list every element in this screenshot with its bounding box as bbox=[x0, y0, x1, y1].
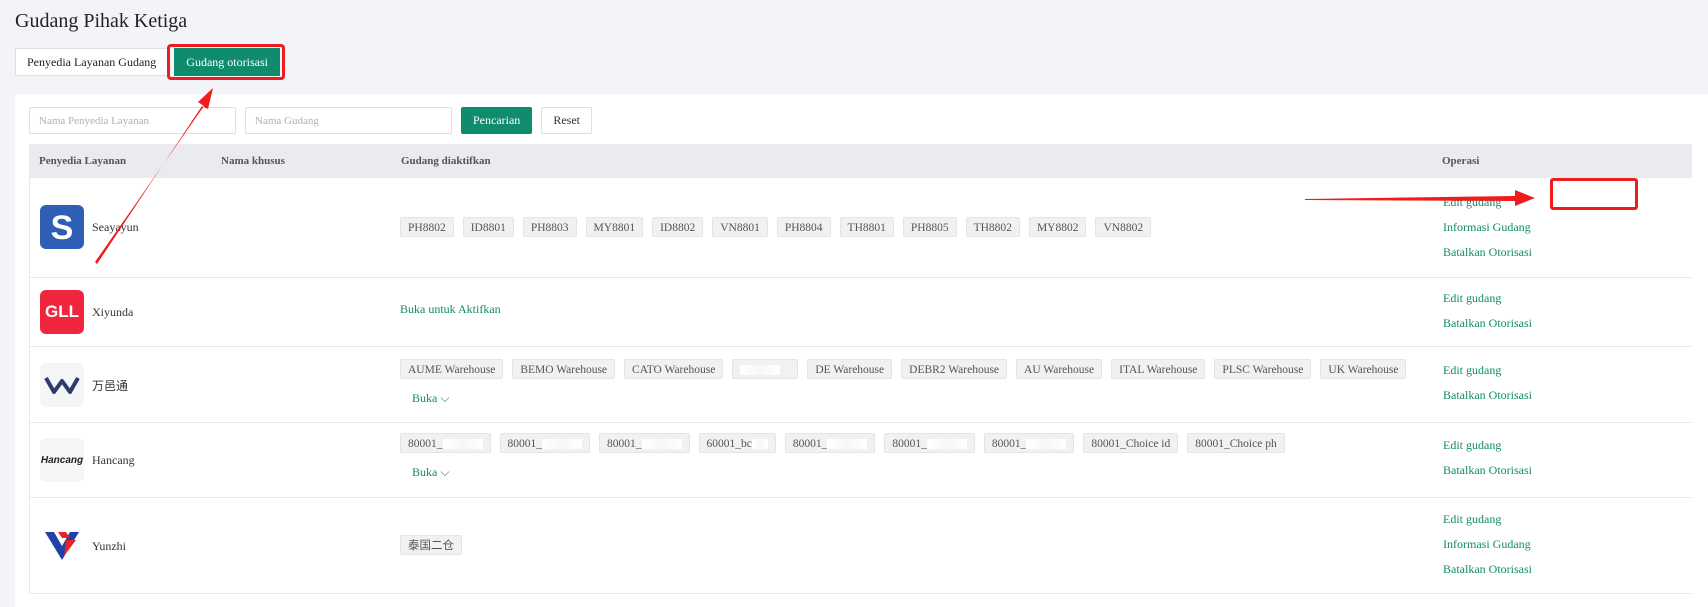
warehouse-name-input[interactable] bbox=[245, 107, 452, 134]
operations: Edit gudang Informasi Gudang Batalkan Ot… bbox=[1443, 507, 1532, 582]
warehouse-tag: PH8803 bbox=[522, 217, 577, 237]
warehouse-tag: PLSC Warehouse bbox=[1214, 359, 1312, 379]
warehouse-tag: CATO Warehouse bbox=[624, 359, 724, 379]
cancel-authorization-link[interactable]: Batalkan Otorisasi bbox=[1443, 458, 1532, 483]
content-panel: Pencarian Reset Penyedia Layanan Nama kh… bbox=[15, 94, 1708, 607]
warehouse-tag: 80001_Choice id bbox=[1083, 433, 1179, 453]
warehouse-tag: DE Warehouse bbox=[807, 359, 893, 379]
table-row: GLL Xiyunda Buka untuk Aktifkan Edit gud… bbox=[29, 278, 1692, 347]
warehouse-tag: 80001_ bbox=[599, 433, 690, 453]
warehouse-info-link[interactable]: Informasi Gudang bbox=[1443, 215, 1532, 240]
warehouse-tag: BEMO Warehouse bbox=[512, 359, 616, 379]
tab-warehouse-providers[interactable]: Penyedia Layanan Gudang bbox=[15, 48, 169, 76]
warehouse-tags: AUME Warehouse BEMO Warehouse CATO Wareh… bbox=[400, 359, 1462, 387]
provider-name: 万邑通 bbox=[92, 378, 129, 393]
warehouse-tag: 80001_Choice ph bbox=[1187, 433, 1285, 453]
seayayun-s-icon: S bbox=[40, 205, 84, 249]
warehouse-info-link[interactable]: Informasi Gudang bbox=[1443, 532, 1532, 557]
search-button[interactable]: Pencarian bbox=[461, 107, 533, 134]
chevron-down-icon: ⌵ bbox=[437, 391, 450, 405]
warehouse-tag: 80001_ bbox=[983, 433, 1075, 453]
tab-bar: Penyedia Layanan Gudang Gudang otorisasi bbox=[15, 48, 280, 76]
warehouse-tag: PH8805 bbox=[902, 217, 957, 237]
reset-button[interactable]: Reset bbox=[541, 107, 592, 134]
gll-logo-icon: GLL bbox=[40, 290, 84, 334]
cancel-authorization-link[interactable]: Batalkan Otorisasi bbox=[1443, 240, 1532, 265]
warehouse-tag: MY8801 bbox=[585, 217, 644, 237]
cancel-authorization-link[interactable]: Batalkan Otorisasi bbox=[1443, 383, 1532, 408]
warehouse-tag: 泰国二仓 bbox=[400, 535, 462, 555]
provider-cell: Yunzhi bbox=[40, 524, 126, 568]
header-provider: Penyedia Layanan bbox=[39, 155, 127, 167]
warehouse-tag: PH8804 bbox=[776, 217, 831, 237]
expand-link[interactable]: Buka ⌵ bbox=[412, 465, 449, 480]
edit-warehouse-link[interactable]: Edit gudang bbox=[1443, 433, 1532, 458]
warehouse-tag: 80001_ bbox=[499, 433, 590, 453]
warehouse-tags: 泰国二仓 bbox=[400, 535, 1462, 563]
edit-warehouse-link[interactable]: Edit gudang bbox=[1443, 358, 1532, 383]
operations: Edit gudang Batalkan Otorisasi bbox=[1443, 358, 1532, 408]
warehouse-tag: 80001_ bbox=[784, 433, 876, 453]
warehouse-tags: PH8802 ID8801 PH8803 MY8801 ID8802 VN880… bbox=[400, 217, 1462, 245]
warehouse-tag: TH8801 bbox=[839, 217, 894, 237]
table-row: Yunzhi 泰国二仓 Edit gudang Informasi Gudang… bbox=[29, 498, 1692, 594]
provider-name: Yunzhi bbox=[92, 538, 126, 553]
winit-w-icon bbox=[40, 363, 84, 407]
page-title: Gudang Pihak Ketiga bbox=[15, 10, 188, 32]
cancel-authorization-link[interactable]: Batalkan Otorisasi bbox=[1443, 311, 1532, 336]
cancel-authorization-link[interactable]: Batalkan Otorisasi bbox=[1443, 557, 1532, 582]
table-header: Penyedia Layanan Nama khusus Gudang diak… bbox=[29, 144, 1692, 178]
provider-cell: 万邑通 bbox=[40, 363, 128, 407]
tab-authorized-warehouses[interactable]: Gudang otorisasi bbox=[174, 48, 280, 76]
warehouse-tag: 80001_ bbox=[400, 433, 491, 453]
provider-name-input[interactable] bbox=[29, 107, 236, 134]
table-row: S Seayayun PH8802 ID8801 PH8803 MY8801 I… bbox=[29, 178, 1692, 278]
edit-warehouse-link[interactable]: Edit gudang bbox=[1443, 190, 1532, 215]
warehouse-tag: AU Warehouse bbox=[1016, 359, 1103, 379]
provider-name: Seayayun bbox=[92, 219, 139, 234]
warehouse-tag: UK Warehouse bbox=[1320, 359, 1407, 379]
activate-link[interactable]: Buka untuk Aktifkan bbox=[400, 302, 501, 317]
warehouse-tag: 60001_bc bbox=[698, 433, 776, 453]
provider-cell: GLL Xiyunda bbox=[40, 290, 133, 334]
warehouse-tag: 80001_ bbox=[884, 433, 975, 453]
header-activated: Gudang diaktifkan bbox=[401, 155, 491, 167]
warehouse-tags: 80001_ 80001_ 80001_ 60001_bc 80001_ 800… bbox=[400, 433, 1462, 461]
operations: Edit gudang Batalkan Otorisasi bbox=[1443, 286, 1532, 336]
warehouse-tag: TH8802 bbox=[965, 217, 1020, 237]
warehouse-tag: MY8802 bbox=[1028, 217, 1087, 237]
edit-warehouse-link[interactable]: Edit gudang bbox=[1443, 286, 1532, 311]
provider-cell: Hancang Hancang bbox=[40, 438, 135, 482]
warehouse-tag: PH8802 bbox=[400, 217, 454, 237]
hancang-logo-icon: Hancang bbox=[40, 438, 84, 482]
provider-name: Hancang bbox=[92, 452, 135, 467]
warehouse-tag-redacted bbox=[732, 359, 799, 379]
warehouse-tag: AUME Warehouse bbox=[400, 359, 504, 379]
warehouse-tag: ITAL Warehouse bbox=[1111, 359, 1206, 379]
warehouse-tag: VN8802 bbox=[1095, 217, 1152, 237]
header-operation: Operasi bbox=[1442, 155, 1480, 167]
search-bar: Pencarian Reset bbox=[29, 107, 592, 134]
warehouse-tag: DEBR2 Warehouse bbox=[901, 359, 1008, 379]
header-custom-name: Nama khusus bbox=[221, 155, 285, 167]
operations: Edit gudang Batalkan Otorisasi bbox=[1443, 433, 1532, 483]
yunzhi-logo-icon bbox=[40, 524, 84, 568]
warehouse-tag: ID8802 bbox=[652, 217, 704, 237]
provider-name: Xiyunda bbox=[92, 304, 134, 319]
operations: Edit gudang Informasi Gudang Batalkan Ot… bbox=[1443, 190, 1532, 265]
warehouse-tag: ID8801 bbox=[462, 217, 514, 237]
expand-link[interactable]: Buka ⌵ bbox=[412, 391, 449, 406]
provider-cell: S Seayayun bbox=[40, 205, 139, 249]
table-row: 万邑通 AUME Warehouse BEMO Warehouse CATO W… bbox=[29, 347, 1692, 423]
chevron-down-icon: ⌵ bbox=[437, 465, 450, 479]
table-row: Hancang Hancang 80001_ 80001_ 80001_ 600… bbox=[29, 423, 1692, 498]
edit-warehouse-link[interactable]: Edit gudang bbox=[1443, 507, 1532, 532]
svg-text:S: S bbox=[51, 209, 74, 247]
warehouse-tag: VN8801 bbox=[712, 217, 768, 237]
warehouse-table: Penyedia Layanan Nama khusus Gudang diak… bbox=[29, 144, 1692, 594]
